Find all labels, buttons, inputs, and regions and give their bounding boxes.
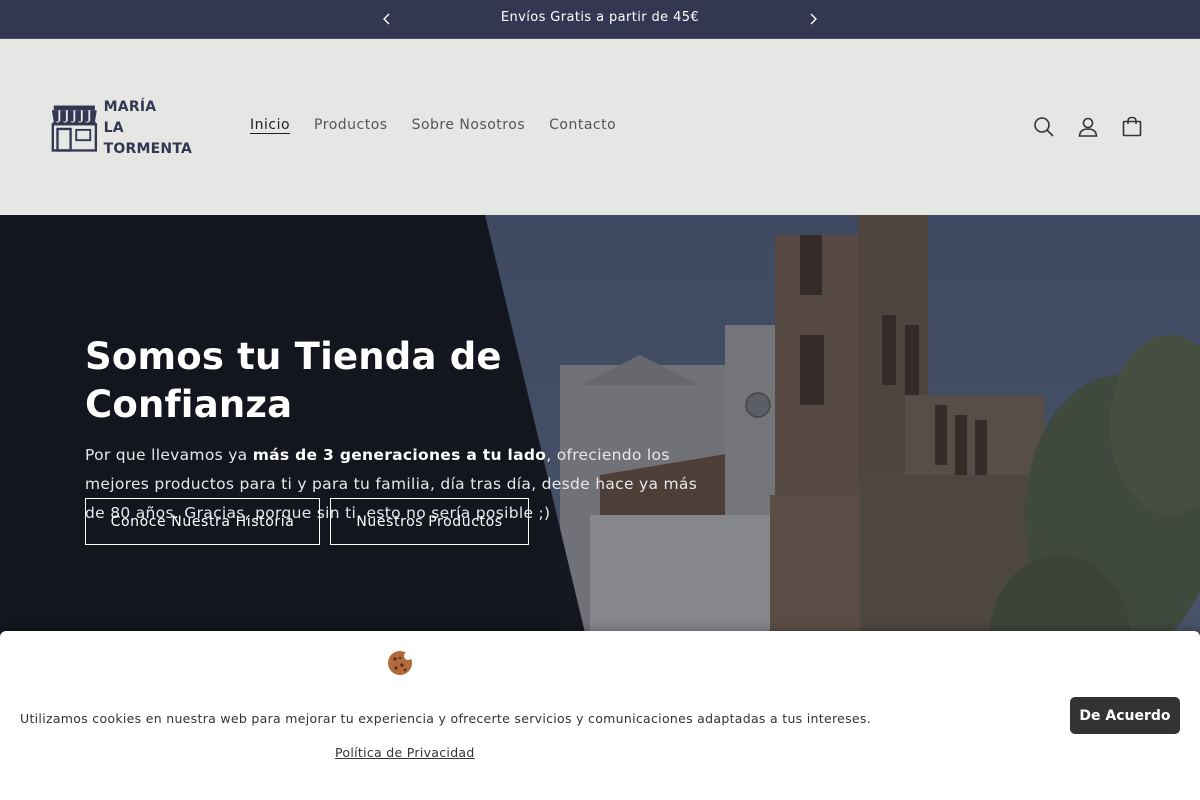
search-icon[interactable] (1032, 115, 1056, 139)
nav-item-sobre-nosotros[interactable]: Sobre Nosotros (412, 117, 526, 133)
nav-item-productos[interactable]: Productos (314, 117, 388, 133)
announcement-next-button[interactable] (803, 10, 823, 28)
logo-line-2: LA TORMENTA (103, 119, 193, 157)
announcement-message: Envíos Gratis a partir de 45€ (500, 10, 700, 25)
storefront-icon (51, 105, 98, 152)
site-header: MARÍA LA TORMENTA Inicio Productos Sobre… (0, 39, 1200, 215)
hero-text-before: Por que llevamos ya (85, 446, 253, 464)
cookie-banner: Utilizamos cookies en nuestra web para m… (0, 631, 1200, 800)
logo-line-1: MARÍA (103, 98, 157, 115)
hero-text-bold: más de 3 generaciones a tu lado (252, 446, 547, 464)
hero-title: Somos tu Tienda de Confianza (85, 335, 502, 426)
hero-buttons: Conoce Nuestra Historia Nuestros Product… (85, 498, 539, 545)
nav-item-contacto[interactable]: Contacto (549, 117, 616, 133)
conoce-historia-button[interactable]: Conoce Nuestra Historia (85, 498, 320, 545)
cookie-icon (388, 651, 412, 675)
account-icon[interactable] (1076, 115, 1100, 139)
nav-item-inicio[interactable]: Inicio (250, 117, 290, 133)
main-nav: Inicio Productos Sobre Nosotros Contacto (250, 117, 640, 133)
announcement-bar: Envíos Gratis a partir de 45€ (0, 0, 1200, 39)
store-logo[interactable]: MARÍA LA TORMENTA (50, 99, 210, 157)
nuestros-productos-button[interactable]: Nuestros Productos (330, 498, 529, 545)
cookie-text: Utilizamos cookies en nuestra web para m… (20, 711, 871, 726)
cart-icon[interactable] (1120, 115, 1144, 139)
chevron-right-icon (810, 13, 817, 25)
privacy-policy-link[interactable]: Política de Privacidad (335, 745, 475, 760)
accept-cookies-button[interactable]: De Acuerdo (1070, 697, 1180, 734)
